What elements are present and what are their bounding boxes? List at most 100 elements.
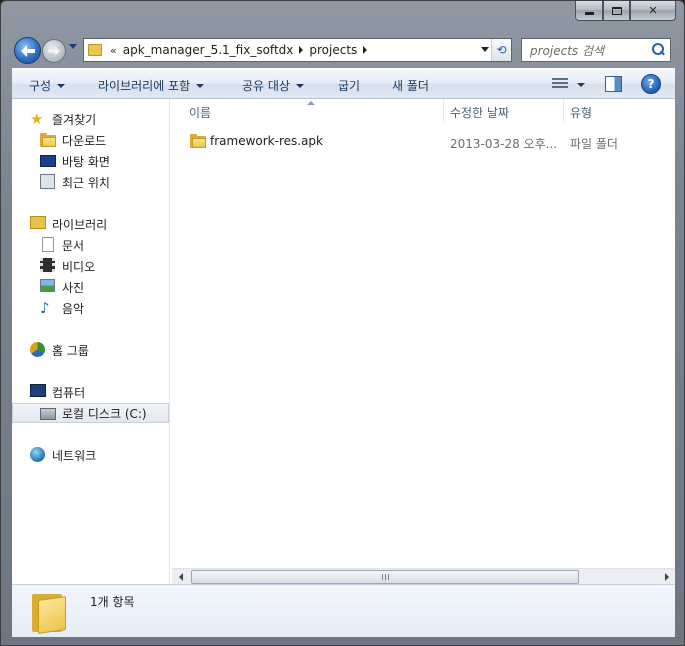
back-arrow-icon	[20, 44, 35, 57]
column-header-date-modified[interactable]: 수정한 날짜	[450, 99, 562, 126]
explorer-window: ✕ « apk_manager_5.1_fix_softdx projects …	[0, 0, 685, 646]
organize-menu[interactable]: 구성	[29, 77, 66, 94]
recent-places-icon	[40, 174, 56, 190]
sidebar-item-label: 로컬 디스크 (C:)	[62, 406, 147, 421]
local-disk-icon	[40, 405, 56, 421]
documents-icon	[40, 237, 56, 253]
horizontal-scrollbar[interactable]	[172, 568, 675, 585]
include-in-library-label: 라이브러리에 포함	[98, 79, 191, 93]
breadcrumb-arrow-icon[interactable]	[363, 46, 368, 54]
sidebar-item-label: 문서	[62, 238, 85, 253]
chevron-down-icon	[57, 83, 66, 88]
file-name[interactable]: framework-res.apk	[210, 134, 323, 148]
sidebar-item-libraries[interactable]: 라이브러리	[12, 214, 169, 234]
column-divider[interactable]	[443, 99, 444, 123]
sidebar-item-label: 비디오	[62, 259, 96, 274]
sidebar-item-label: 네트워크	[52, 448, 97, 463]
file-date-modified: 2013-03-28 오후...	[450, 137, 558, 151]
download-folder-icon	[40, 132, 56, 148]
sidebar-item-label: 홈 그룹	[52, 343, 89, 358]
breadcrumb-arrow-icon[interactable]	[299, 46, 304, 54]
pictures-icon	[40, 279, 56, 295]
column-header-label: 수정한 날짜	[450, 106, 510, 120]
network-icon	[30, 447, 46, 463]
forward-arrow-icon	[48, 46, 60, 56]
sidebar-item-desktop[interactable]: 바탕 화면	[12, 151, 169, 171]
close-icon: ✕	[648, 4, 658, 17]
sidebar-item-local-disk[interactable]: 로컬 디스크 (C:)	[12, 403, 169, 423]
view-options-dropdown[interactable]	[577, 83, 585, 87]
sidebar-item-label: 즐겨찾기	[52, 112, 97, 127]
search-box[interactable]: projects 검색	[521, 38, 671, 62]
chevron-down-icon	[196, 83, 205, 88]
navigation-pane[interactable]: ★ 즐겨찾기 다운로드 바탕 화면 최근 위치 라이브러리 문서 비디오 사진	[12, 99, 170, 584]
help-label: ?	[647, 77, 655, 91]
caption-buttons: ✕	[575, 1, 676, 23]
sidebar-item-pictures[interactable]: 사진	[12, 277, 169, 297]
sidebar-item-favorites[interactable]: ★ 즐겨찾기	[12, 109, 169, 129]
library-icon	[30, 216, 46, 232]
sidebar-item-network[interactable]: 네트워크	[12, 445, 169, 465]
column-header-type[interactable]: 유형	[570, 99, 670, 126]
folder-icon	[32, 590, 70, 634]
details-pane: 1개 항목	[12, 584, 675, 637]
table-row[interactable]: framework-res.apk 2013-03-28 오후... 파일 폴더	[171, 131, 675, 153]
grip-icon	[381, 574, 389, 580]
scroll-right-button[interactable]	[658, 569, 675, 585]
sidebar-item-label: 사진	[62, 280, 85, 295]
sidebar-item-label: 다운로드	[62, 133, 107, 148]
search-icon[interactable]	[650, 42, 666, 58]
refresh-icon: ⟲	[496, 43, 507, 57]
recent-pages-dropdown[interactable]	[69, 44, 77, 49]
navigation-bar: « apk_manager_5.1_fix_softdx projects ⟲ …	[11, 35, 676, 65]
videos-icon	[40, 258, 56, 274]
folder-icon	[88, 44, 102, 56]
minimize-icon	[584, 12, 594, 15]
address-bar[interactable]: « apk_manager_5.1_fix_softdx projects ⟲	[83, 38, 512, 62]
preview-pane-icon[interactable]	[605, 76, 622, 92]
new-folder-button[interactable]: 새 폴더	[392, 77, 429, 94]
forward-button[interactable]	[42, 39, 66, 63]
sidebar-item-label: 컴퓨터	[52, 385, 86, 400]
sidebar-item-downloads[interactable]: 다운로드	[12, 130, 169, 150]
breadcrumb-segment[interactable]: apk_manager_5.1_fix_softdx	[123, 43, 294, 57]
sidebar-item-label: 최근 위치	[62, 175, 110, 190]
content-area: ★ 즐겨찾기 다운로드 바탕 화면 최근 위치 라이브러리 문서 비디오 사진	[12, 99, 675, 585]
address-overflow[interactable]: «	[110, 44, 117, 57]
new-folder-label: 새 폴더	[392, 79, 429, 93]
item-count: 1개 항목	[90, 595, 135, 609]
sidebar-item-computer[interactable]: 컴퓨터	[12, 382, 169, 402]
sidebar-item-homegroup[interactable]: 홈 그룹	[12, 340, 169, 360]
help-icon[interactable]: ?	[641, 74, 661, 94]
search-input[interactable]: projects 검색	[530, 42, 650, 59]
scroll-left-button[interactable]	[172, 569, 189, 585]
star-icon: ★	[30, 110, 44, 128]
minimize-button[interactable]	[575, 1, 603, 21]
sidebar-item-label: 바탕 화면	[62, 154, 110, 169]
breadcrumb-segment[interactable]: projects	[309, 43, 357, 57]
file-list[interactable]: 이름 수정한 날짜 유형 framework-res.apk 2013-03-2…	[171, 99, 675, 584]
scrollbar-thumb[interactable]	[191, 570, 579, 584]
folder-icon	[190, 134, 206, 148]
sidebar-item-documents[interactable]: 문서	[12, 235, 169, 255]
burn-button[interactable]: 굽기	[338, 77, 360, 94]
column-divider[interactable]	[563, 99, 564, 123]
maximize-icon	[611, 6, 622, 15]
music-icon: ♪	[40, 299, 50, 317]
sidebar-item-videos[interactable]: 비디오	[12, 256, 169, 276]
column-header-name[interactable]: 이름	[189, 99, 443, 126]
maximize-button[interactable]	[603, 1, 630, 21]
back-button[interactable]	[14, 37, 41, 64]
column-header-label: 유형	[570, 106, 593, 120]
address-history-dropdown[interactable]	[481, 47, 489, 52]
refresh-button[interactable]: ⟲	[491, 39, 511, 61]
sidebar-item-music[interactable]: ♪ 음악	[12, 298, 169, 318]
sidebar-item-label: 음악	[62, 301, 85, 316]
change-view-icon[interactable]	[552, 78, 568, 90]
include-in-library-menu[interactable]: 라이브러리에 포함	[98, 77, 205, 94]
burn-label: 굽기	[338, 79, 361, 93]
sidebar-item-recent-places[interactable]: 최근 위치	[12, 172, 169, 192]
desktop-icon	[40, 153, 56, 169]
share-with-menu[interactable]: 공유 대상	[242, 77, 304, 94]
close-button[interactable]: ✕	[630, 1, 676, 21]
